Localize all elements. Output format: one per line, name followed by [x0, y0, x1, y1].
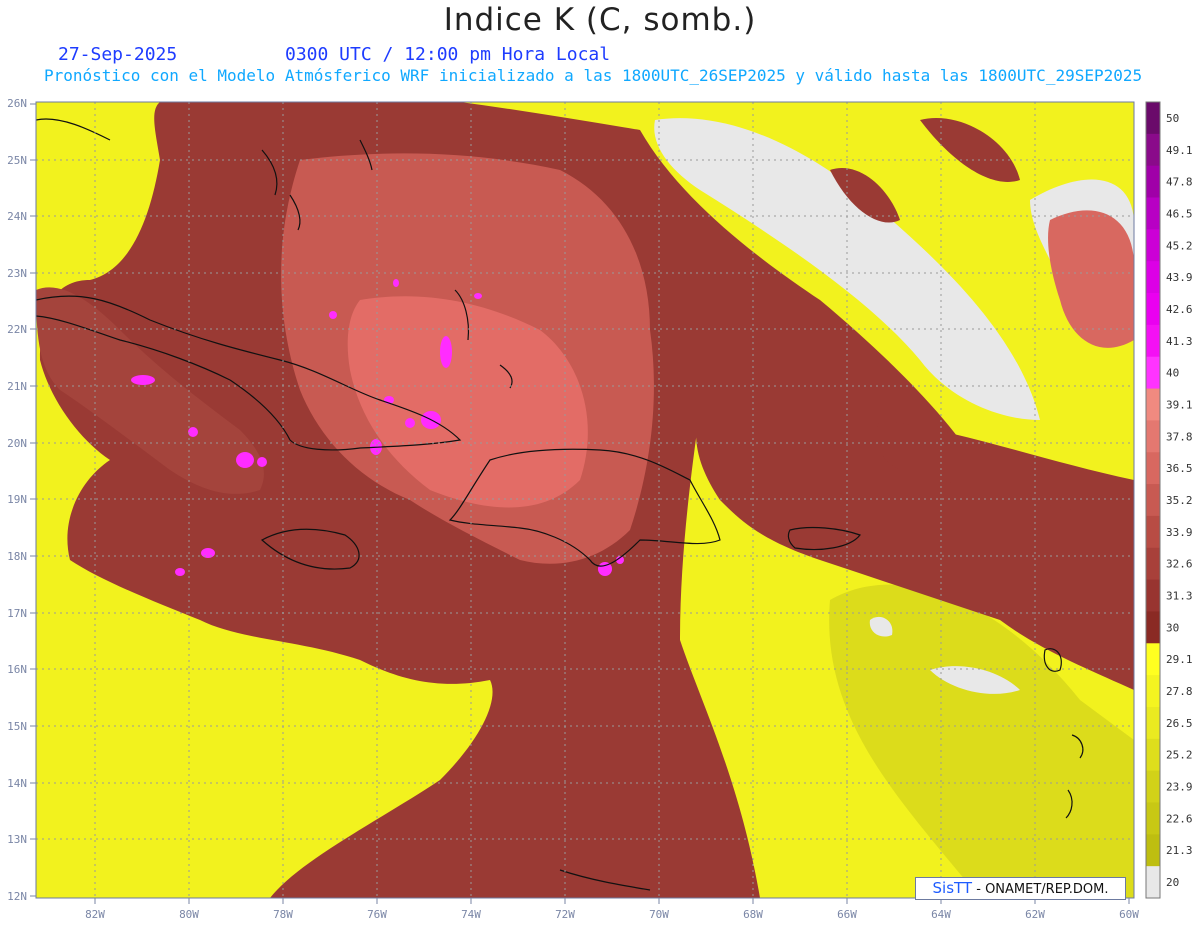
- legend-label: 22.6: [1166, 812, 1193, 825]
- legend-swatch: [1146, 133, 1160, 167]
- lat-label: 17N: [7, 607, 27, 620]
- legend-label: 23.9: [1166, 781, 1193, 794]
- lat-label: 18N: [7, 550, 27, 563]
- legend-swatch: [1146, 229, 1160, 262]
- lon-label: 80W: [179, 908, 199, 921]
- legend-label: 37.8: [1166, 430, 1193, 443]
- legend-label: 49.1: [1166, 144, 1193, 157]
- legend-swatch: [1146, 770, 1160, 803]
- lat-label: 26N: [7, 97, 27, 110]
- lat-label: 20N: [7, 437, 27, 450]
- map-canvas: 26N 25N 24N 23N 22N 21N 20N 19N 18N 17N …: [7, 97, 1193, 921]
- legend-label: 21.3: [1166, 844, 1193, 857]
- legend-label: 45.2: [1166, 239, 1193, 252]
- legend-swatch: [1146, 293, 1160, 326]
- legend-swatch: [1146, 388, 1160, 421]
- lat-label: 21N: [7, 380, 27, 393]
- legend-label: 50: [1166, 112, 1179, 125]
- legend-swatch: [1146, 197, 1160, 230]
- legend-label: 31.3: [1166, 590, 1193, 603]
- lat-label: 25N: [7, 154, 27, 167]
- legend-swatch: [1146, 165, 1160, 199]
- lon-label: 78W: [273, 908, 293, 921]
- legend-label: 41.3: [1166, 335, 1193, 348]
- legend-swatch: [1146, 834, 1160, 867]
- lon-labels: 82W 80W 78W 76W 74W 72W 70W 68W 66W 64W …: [85, 908, 1139, 921]
- lon-label: 68W: [743, 908, 763, 921]
- legend-swatch: [1146, 738, 1160, 772]
- legend-swatch: [1146, 706, 1160, 740]
- lon-label: 82W: [85, 908, 105, 921]
- legend-swatch: [1146, 611, 1160, 644]
- legend-label: 40: [1166, 367, 1179, 380]
- legend-label: 27.8: [1166, 685, 1193, 698]
- legend-swatch: [1146, 643, 1160, 676]
- legend-label: 35.2: [1166, 494, 1193, 507]
- legend-label: 39.1: [1166, 398, 1193, 411]
- legend-swatch: [1146, 515, 1160, 549]
- legend-label: 32.6: [1166, 558, 1193, 571]
- legend-label: 43.9: [1166, 271, 1193, 284]
- legend-swatch: [1146, 802, 1160, 835]
- lon-label: 62W: [1025, 908, 1045, 921]
- legend-label: 36.5: [1166, 462, 1193, 475]
- lat-label: 15N: [7, 720, 27, 733]
- lat-label: 22N: [7, 323, 27, 336]
- legend-swatch: [1146, 547, 1160, 581]
- legend-swatch: [1146, 484, 1160, 517]
- lon-label: 64W: [931, 908, 951, 921]
- legend-swatch: [1146, 102, 1160, 135]
- legend-swatch: [1146, 420, 1160, 453]
- lat-label: 14N: [7, 777, 27, 790]
- legend-label: 47.8: [1166, 176, 1193, 189]
- legend-swatch: [1146, 324, 1160, 358]
- legend-label: 46.5: [1166, 207, 1193, 220]
- lat-labels: 26N 25N 24N 23N 22N 21N 20N 19N 18N 17N …: [7, 97, 27, 903]
- lon-label: 60W: [1119, 908, 1139, 921]
- legend-label: 42.6: [1166, 303, 1193, 316]
- legend-swatch: [1146, 579, 1160, 612]
- lat-label: 19N: [7, 493, 27, 506]
- legend-label: 33.9: [1166, 526, 1193, 539]
- lat-ticks: [30, 103, 36, 897]
- lat-label: 16N: [7, 663, 27, 676]
- credit-box: SisTT - ONAMET/REP.DOM.: [915, 877, 1126, 900]
- lat-label: 13N: [7, 833, 27, 846]
- legend-label: 30: [1166, 621, 1179, 634]
- legend-swatch: [1146, 356, 1160, 390]
- sistt-logo: SisTT: [932, 879, 973, 897]
- lat-label: 12N: [7, 890, 27, 903]
- legend-label: 29.1: [1166, 653, 1193, 666]
- k-index-field: [36, 102, 1134, 898]
- lon-label: 76W: [367, 908, 387, 921]
- legend-swatch: [1146, 675, 1160, 708]
- lat-label: 23N: [7, 267, 27, 280]
- legend-label: 20: [1166, 876, 1179, 889]
- color-legend: [1145, 101, 1161, 899]
- credit-text: - ONAMET/REP.DOM.: [976, 882, 1109, 897]
- legend-label: 25.2: [1166, 749, 1193, 762]
- lat-label: 24N: [7, 210, 27, 223]
- lon-label: 72W: [555, 908, 575, 921]
- lon-label: 70W: [649, 908, 669, 921]
- lon-label: 66W: [837, 908, 857, 921]
- legend-swatch: [1146, 866, 1160, 899]
- legend-swatch: [1146, 261, 1160, 294]
- lon-label: 74W: [461, 908, 481, 921]
- legend-swatch: [1146, 452, 1160, 485]
- legend-labels: 50 49.1 47.8 46.5 45.2 43.9 42.6 41.3 40 39.1 37.8…: [1166, 112, 1193, 889]
- legend-label: 26.5: [1166, 717, 1193, 730]
